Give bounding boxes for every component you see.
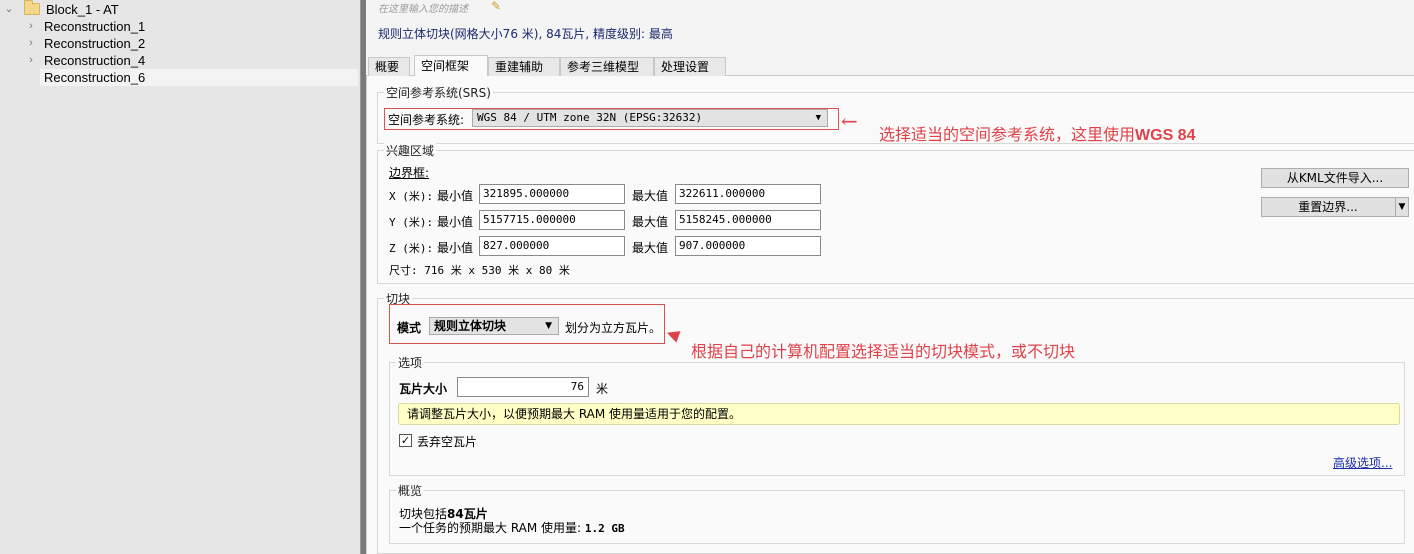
srs-group-title: 空间参考系统(SRS) <box>384 84 493 101</box>
folder-icon <box>24 0 40 15</box>
tree-item-label: Block_1 - AT <box>46 2 119 17</box>
y-max-input[interactable]: 5158245.000000 <box>675 210 821 230</box>
x-max-input[interactable]: 322611.000000 <box>675 184 821 204</box>
pencil-icon[interactable]: ✎ <box>491 0 501 13</box>
tile-size-input[interactable]: 76 <box>457 377 589 397</box>
reset-bounds-label: 重置边界... <box>1298 200 1358 214</box>
mode-label: 模式 <box>397 321 422 335</box>
dropdown-arrow-icon: ▼ <box>815 113 821 123</box>
tree-item-reconstruction[interactable]: › Reconstruction_1 <box>0 18 360 35</box>
chevron-down-icon[interactable]: ⌄ <box>3 1 15 18</box>
dropdown-arrow-icon: ▼ <box>545 321 552 331</box>
max-label: 最大值 <box>632 189 669 203</box>
tree-item-label: Reconstruction_2 <box>44 36 146 51</box>
advanced-options-link[interactable]: 高级选项... <box>1333 454 1392 471</box>
tiling-summary: 规则立体切块(网格大小76 米), 84瓦片, 精度级别: 最高 <box>378 27 673 41</box>
chevron-right-icon[interactable]: › <box>25 52 37 69</box>
discard-empty-checkbox[interactable]: ✓ <box>399 434 412 447</box>
tile-size-label: 瓦片大小 <box>399 382 448 396</box>
tab-content: 空间参考系统(SRS) 空间参考系统: WGS 84 / UTM zone 32… <box>366 76 1414 554</box>
srs-select[interactable]: WGS 84 / UTM zone 32N (EPSG:32632) ▼ <box>472 109 828 127</box>
y-min-input[interactable]: 5157715.000000 <box>479 210 625 230</box>
options-group-title: 选项 <box>396 354 425 371</box>
z-axis-text: Z (米): <box>389 242 434 255</box>
x-axis-label: X (米): 最小值 <box>389 187 473 204</box>
overview-ram-value: 1.2 GB <box>584 522 625 535</box>
reset-bounds-button[interactable]: 重置边界... ▼ <box>1261 197 1409 217</box>
srs-label: 空间参考系统: <box>388 113 465 127</box>
srs-select-value: WGS 84 / UTM zone 32N (EPSG:32632) <box>477 111 703 124</box>
y-axis-label: Y (米): 最小值 <box>389 213 473 230</box>
tiling-mode-value: 规则立体切块 <box>434 319 507 333</box>
project-tree: ⌄ Block_1 - AT › Reconstruction_1 › Reco… <box>0 0 360 554</box>
x-axis-text: X (米): <box>389 190 434 203</box>
tree-item-label: Reconstruction_1 <box>44 19 146 34</box>
srs-annotation-bold: WGS 84 <box>1135 127 1196 144</box>
description-input[interactable]: 在这里输入您的描述 <box>378 0 468 15</box>
overview-ram-prefix: 一个任务的预期最大 RAM 使用量: <box>399 521 585 535</box>
max-label: 最大值 <box>632 241 669 255</box>
tree-item-label: Reconstruction_4 <box>44 53 146 68</box>
tab-overview[interactable]: 概要 <box>368 57 410 76</box>
overview-group-title: 概览 <box>396 482 425 499</box>
srs-annotation-text: 选择适当的空间参考系统，这里使用 <box>879 125 1136 144</box>
import-kml-button[interactable]: 从KML文件导入... <box>1261 168 1409 188</box>
x-min-input[interactable]: 321895.000000 <box>479 184 625 204</box>
tile-size-hint: 请调整瓦片大小，以便预期最大 RAM 使用量适用于您的配置。 <box>398 403 1400 425</box>
tree-item-reconstruction-selected[interactable]: Reconstruction_6 <box>40 69 358 86</box>
chevron-right-icon[interactable]: › <box>25 35 37 52</box>
z-min-input[interactable]: 827.000000 <box>479 236 625 256</box>
tab-reconstruction-constraints[interactable]: 重建辅助 <box>488 57 560 76</box>
tile-size-unit: 米 <box>596 382 609 396</box>
tree-item-reconstruction[interactable]: › Reconstruction_4 <box>0 52 360 69</box>
tab-spatial-framework[interactable]: 空间框架 <box>414 55 488 77</box>
tiling-mode-select[interactable]: 规则立体切块 ▼ <box>429 317 559 335</box>
tree-item-block[interactable]: ⌄ Block_1 - AT <box>0 0 360 18</box>
min-label: 最小值 <box>436 215 473 229</box>
max-label: 最大值 <box>632 215 669 229</box>
chevron-right-icon[interactable]: › <box>25 18 37 35</box>
tab-bar: 概要 空间框架 重建辅助 参考三维模型 处理设置 <box>366 55 1414 77</box>
roi-size-text: 尺寸: 716 米 x 530 米 x 80 米 <box>389 264 570 277</box>
tiling-mode-description: 划分为立方瓦片。 <box>565 321 662 335</box>
arrow-left-icon: ← <box>841 109 858 133</box>
overview-ram-usage: 一个任务的预期最大 RAM 使用量: 1.2 GB <box>399 519 625 536</box>
bbox-label: 边界框: <box>389 166 430 180</box>
srs-annotation: 选择适当的空间参考系统，这里使用WGS 84 <box>879 121 1195 145</box>
dropdown-arrow-icon[interactable]: ▼ <box>1395 198 1408 216</box>
tab-reference-3d-model[interactable]: 参考三维模型 <box>560 57 654 76</box>
properties-panel: 在这里输入您的描述 ✎ 规则立体切块(网格大小76 米), 84瓦片, 精度级别… <box>366 0 1414 554</box>
z-max-input[interactable]: 907.000000 <box>675 236 821 256</box>
tab-processing-settings[interactable]: 处理设置 <box>654 57 726 76</box>
roi-group-title: 兴趣区域 <box>384 142 437 159</box>
y-axis-text: Y (米): <box>389 216 434 229</box>
min-label: 最小值 <box>436 189 473 203</box>
min-label: 最小值 <box>436 241 473 255</box>
z-axis-label: Z (米): 最小值 <box>389 239 473 256</box>
discard-empty-label[interactable]: 丢弃空瓦片 <box>417 433 477 450</box>
tiling-annotation: 根据自己的计算机配置选择适当的切块模式，或不切块 <box>691 342 1076 361</box>
tree-item-label: Reconstruction_6 <box>44 70 146 85</box>
tree-item-reconstruction[interactable]: › Reconstruction_2 <box>0 35 360 52</box>
